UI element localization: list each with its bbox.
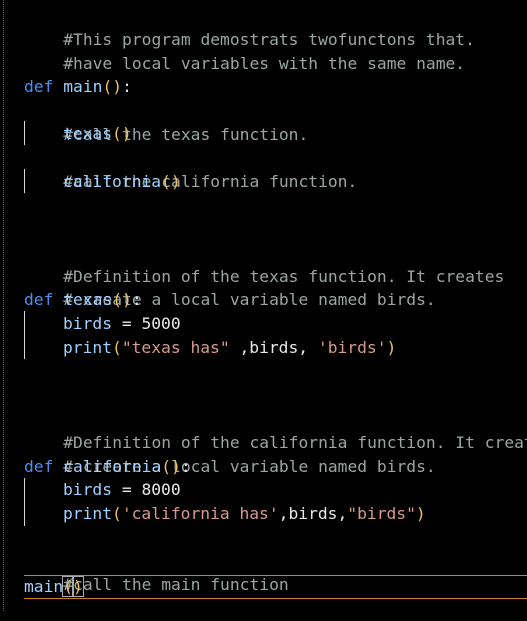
current-line-highlight [24,575,527,599]
paren-close: ) [121,124,132,143]
keyword-def: def [24,77,54,96]
function-name: california [63,457,162,476]
number-literal: 5000 [141,314,181,333]
code-line-comment[interactable]: #Definition of the california function. … [24,407,527,452]
code-line-comment[interactable]: #call the texas function. [24,99,308,144]
code-line-call-main[interactable]: main() [24,575,84,599]
code-line-print[interactable]: print("texas has" ,birds, 'birds') [63,336,396,360]
paren-close: ) [386,338,397,357]
function-name: main [63,77,103,96]
variable-name: birds [63,480,113,499]
paren-open: ( [112,290,123,309]
code-line-call-california[interactable]: california() [63,170,181,194]
paren-close: ) [170,172,181,191]
variable-name: birds [63,314,113,333]
code-line-call-texas[interactable]: texas() [63,122,132,146]
paren-close: ) [112,77,123,96]
comment-text: #have local variables with the same name… [63,54,466,73]
keyword-def: def [24,290,54,309]
function-call-name: texas [63,124,113,143]
function-call-name: main [24,577,64,596]
code-line-assign-birds[interactable]: birds = 8000 [63,478,181,502]
keyword-def: def [24,457,54,476]
code-line-comment[interactable]: #This program demostrats twofunctons tha… [24,4,475,49]
string-literal: 'california has' [121,504,279,523]
arguments-text: ,birds, [229,338,318,357]
code-line-comment[interactable]: #call the california function. [24,146,357,191]
code-line-comment[interactable]: #Definition of the texas function. It cr… [24,241,504,286]
code-line-assign-birds[interactable]: birds = 5000 [63,312,181,336]
number-literal: 8000 [141,480,181,499]
function-call-name: print [63,504,113,523]
paren-close: ) [415,504,426,523]
colon: : [122,77,132,96]
function-call-name: california [63,172,162,191]
string-literal: 'birds' [317,338,387,357]
string-literal: "texas has" [121,338,230,357]
code-line-def-california[interactable]: def california(): [24,455,191,479]
paren-open: ( [112,338,122,357]
colon: : [131,290,142,309]
arguments-text: ,birds, [278,504,348,523]
paren-open: ( [161,172,171,191]
colon: : [180,457,191,476]
paren-open: ( [102,77,113,96]
code-line-comment[interactable]: #have local variables with the same name… [24,28,465,73]
paren-open: ( [112,504,122,523]
paren-close: ) [72,576,84,597]
paren-open: ( [112,124,122,143]
code-line-comment[interactable]: #call the main function [24,549,288,594]
code-line-def-main[interactable]: def main(): [24,75,132,99]
code-line-comment[interactable]: # create a local variable named birds. [24,264,435,309]
paren-open: ( [161,457,172,476]
assign-operator: = [112,314,142,333]
paren-close: ) [122,290,132,309]
string-literal: "birds" [347,504,416,523]
paren-close: ) [171,457,181,476]
code-line-comment[interactable]: # create a local variable named birds. [24,431,435,476]
code-line-print[interactable]: print('california has',birds,"birds") [63,502,426,526]
code-line-def-texas[interactable]: def texas(): [24,288,142,312]
code-editor[interactable]: #This program demostrats twofunctons tha… [0,0,527,611]
function-call-name: print [63,338,113,357]
function-name: texas [63,290,113,309]
assign-operator: = [112,480,142,499]
gutter-margin-line [3,0,4,611]
